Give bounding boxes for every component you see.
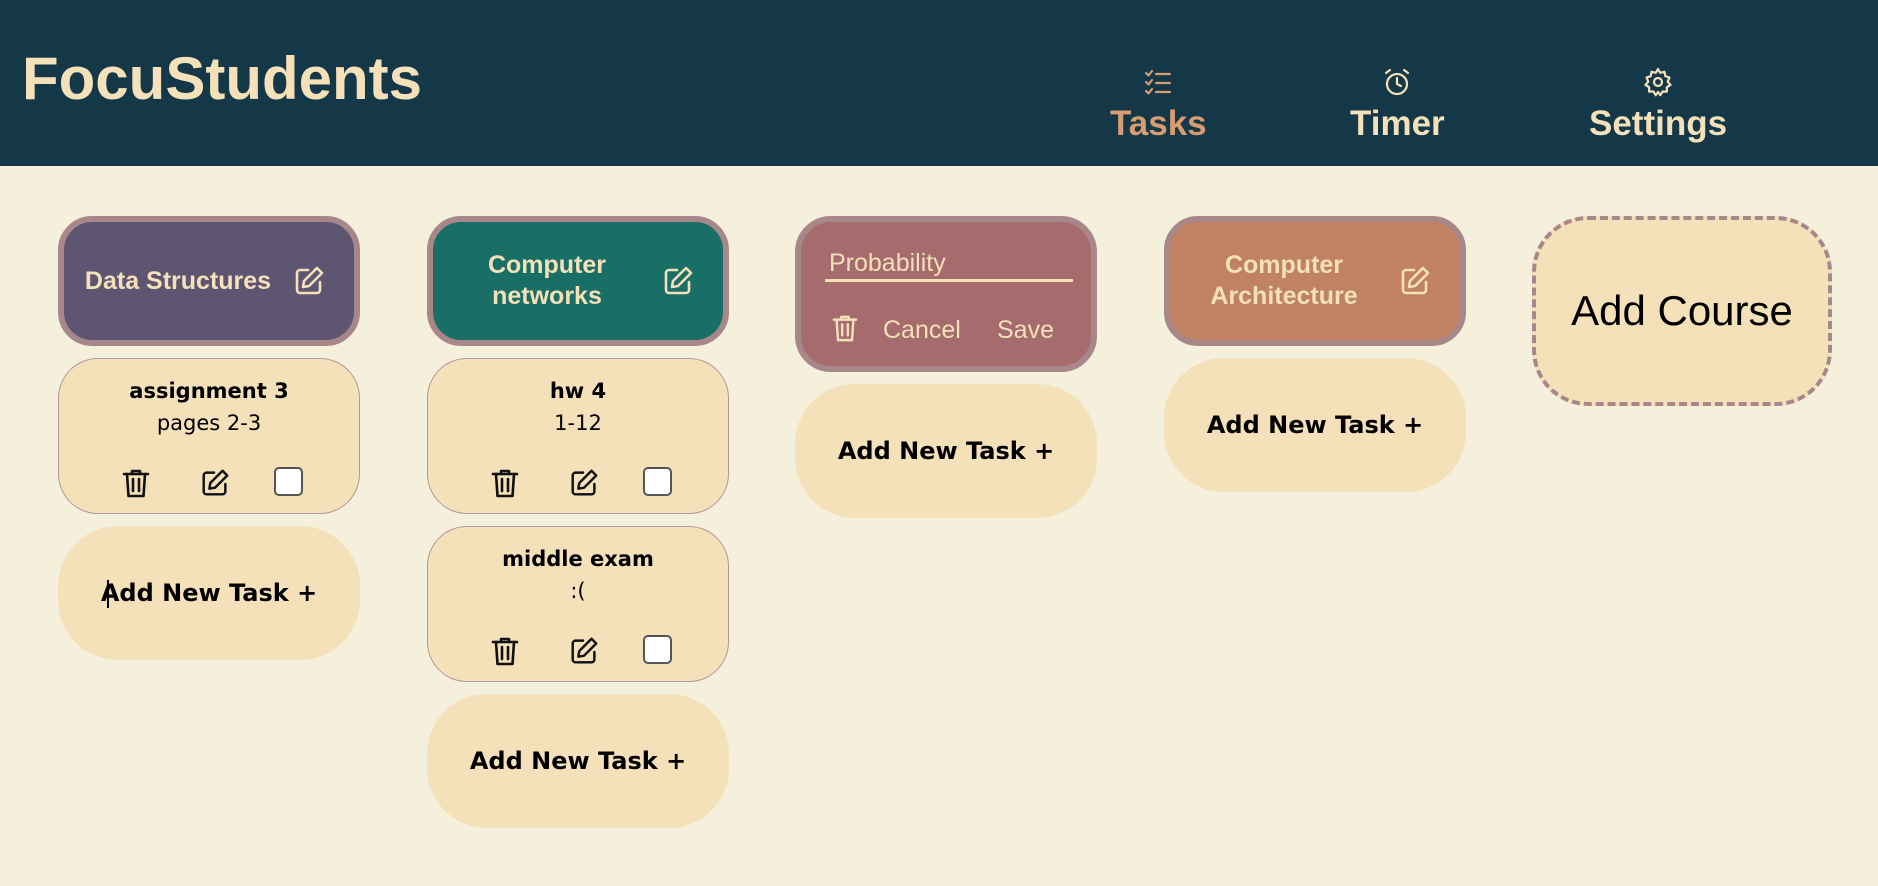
course-header: Computer networks bbox=[427, 216, 729, 346]
app-title: FocuStudents bbox=[22, 45, 422, 112]
task-title: hw 4 bbox=[549, 379, 607, 403]
course-title: Computer Architecture bbox=[1210, 251, 1358, 310]
add-course-button[interactable]: Add Course bbox=[1532, 216, 1832, 406]
edit-icon[interactable] bbox=[568, 467, 600, 499]
nav-settings-label: Settings bbox=[1589, 104, 1728, 143]
task-description: 1-12 bbox=[554, 411, 602, 435]
cancel-button[interactable]: Cancel bbox=[883, 316, 961, 345]
course-name-input[interactable] bbox=[825, 248, 1073, 282]
trash-icon[interactable] bbox=[831, 312, 859, 344]
add-task-button[interactable]: Add New Task + bbox=[1164, 358, 1466, 492]
edit-icon[interactable] bbox=[292, 264, 326, 298]
course-edit-actions: Cancel Save bbox=[801, 310, 1091, 350]
edit-icon[interactable] bbox=[1398, 264, 1432, 298]
nav-timer[interactable]: Timer bbox=[1350, 66, 1445, 144]
task-card: middle exam :( bbox=[427, 526, 729, 682]
save-button[interactable]: Save bbox=[997, 316, 1054, 345]
trash-icon[interactable] bbox=[121, 467, 151, 499]
edit-icon[interactable] bbox=[568, 635, 600, 667]
course-column-computer-architecture: Computer Architecture Add New Task + bbox=[1164, 216, 1466, 492]
course-column-data-structures: Data Structures assignment 3 pages 2-3 A… bbox=[58, 216, 360, 660]
nav-tasks[interactable]: Tasks bbox=[1110, 66, 1207, 144]
nav-timer-label: Timer bbox=[1350, 104, 1445, 143]
task-title: middle exam bbox=[502, 547, 654, 571]
course-column-computer-networks: Computer networks hw 4 1-12 middle exam bbox=[427, 216, 729, 828]
gear-icon bbox=[1642, 66, 1674, 98]
task-done-checkbox[interactable] bbox=[274, 467, 303, 496]
task-card: hw 4 1-12 bbox=[427, 358, 729, 514]
task-done-checkbox[interactable] bbox=[643, 467, 672, 496]
course-title: Computer networks bbox=[487, 251, 607, 310]
app-header: FocuStudents Tasks Timer Settings bbox=[0, 0, 1878, 166]
task-description: pages 2-3 bbox=[156, 411, 262, 435]
checklist-icon bbox=[1142, 66, 1174, 98]
task-done-checkbox[interactable] bbox=[643, 635, 672, 664]
task-title: assignment 3 bbox=[129, 379, 289, 403]
task-description: :( bbox=[570, 579, 586, 603]
edit-icon[interactable] bbox=[661, 264, 695, 298]
add-task-button[interactable]: Add New Task + bbox=[58, 526, 360, 660]
course-title: Data Structures bbox=[84, 266, 272, 295]
text-caret bbox=[107, 580, 109, 608]
add-task-button[interactable]: Add New Task + bbox=[427, 694, 729, 828]
edit-icon[interactable] bbox=[199, 467, 231, 499]
add-task-button[interactable]: Add New Task + bbox=[795, 384, 1097, 518]
course-header: Data Structures bbox=[58, 216, 360, 346]
alarm-clock-icon bbox=[1381, 66, 1413, 98]
nav-settings[interactable]: Settings bbox=[1589, 66, 1727, 144]
trash-icon[interactable] bbox=[490, 467, 520, 499]
nav-tasks-label: Tasks bbox=[1110, 104, 1207, 143]
course-edit-header: Cancel Save bbox=[795, 216, 1097, 372]
trash-icon[interactable] bbox=[490, 635, 520, 667]
course-header: Computer Architecture bbox=[1164, 216, 1466, 346]
task-card: assignment 3 pages 2-3 bbox=[58, 358, 360, 514]
